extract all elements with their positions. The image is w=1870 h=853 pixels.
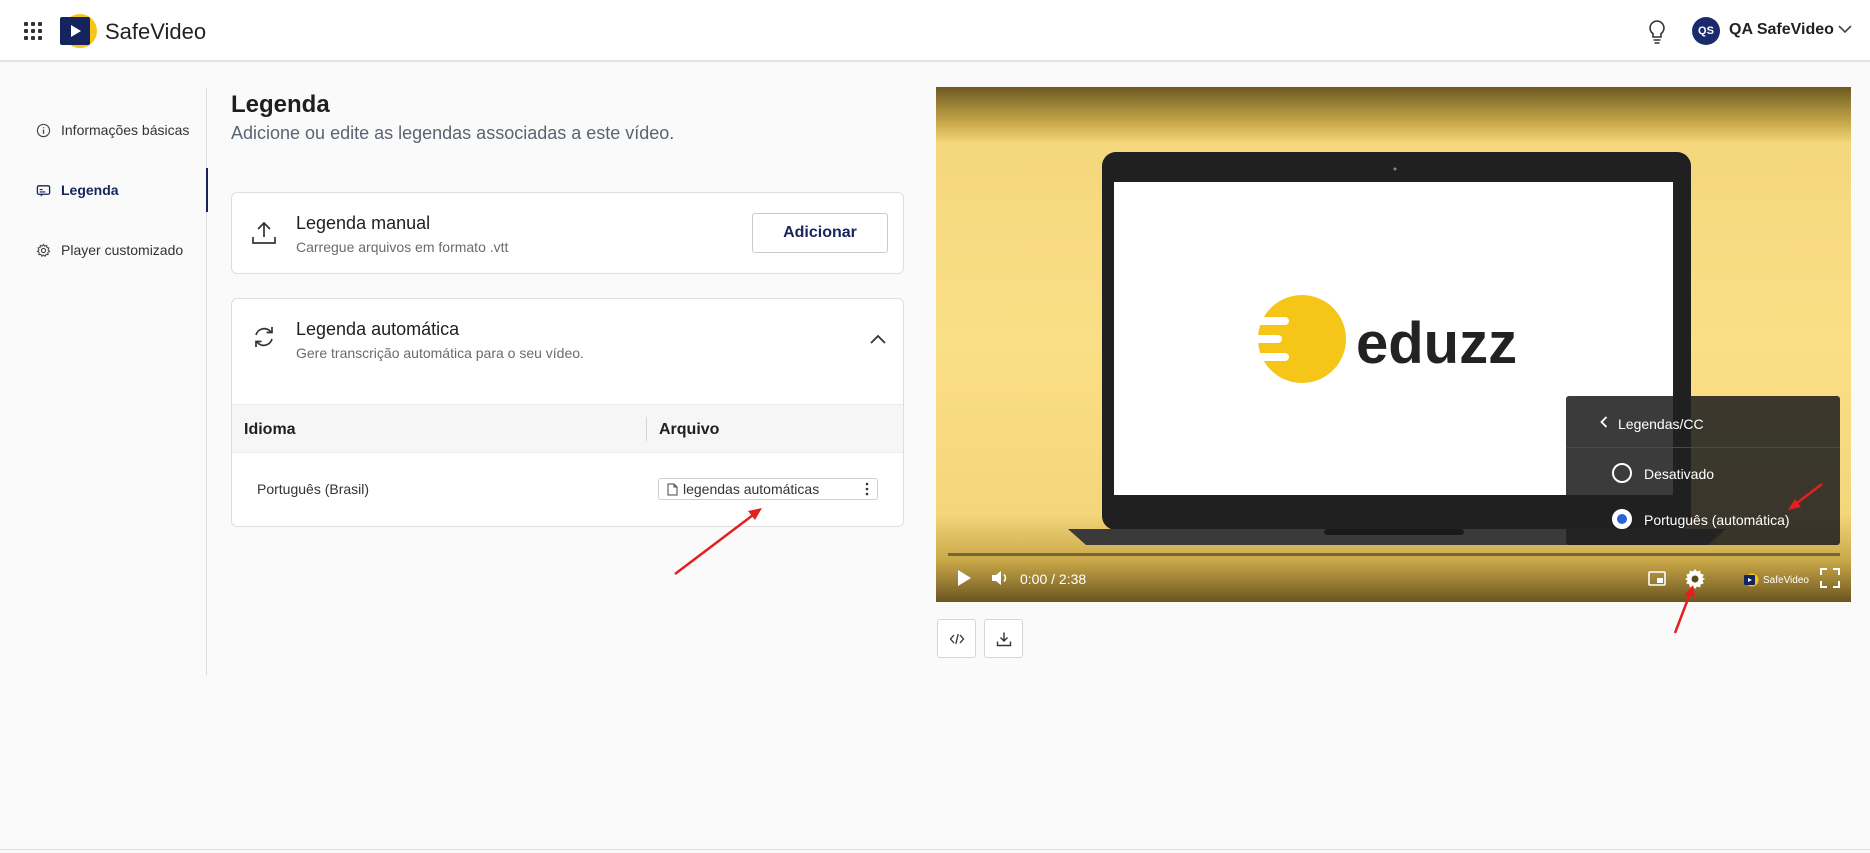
sidebar-item-legenda[interactable]: Legenda: [0, 168, 208, 212]
top-bar: SafeVideo QS QA SafeVideo: [0, 0, 1870, 62]
lightbulb-icon[interactable]: [1646, 19, 1668, 45]
radio-button[interactable]: [1612, 463, 1632, 483]
column-header-idioma: Idioma: [244, 421, 296, 438]
sidebar-item-informacoes-basicas[interactable]: Informações básicas: [0, 108, 207, 152]
player-brand[interactable]: SafeVideo: [1743, 573, 1809, 587]
add-button[interactable]: Adicionar: [752, 213, 888, 253]
info-icon: [36, 123, 51, 137]
user-name[interactable]: QA SafeVideo: [1729, 21, 1834, 39]
volume-icon[interactable]: [991, 570, 1009, 586]
auto-subtitle-card: Legenda automática Gere transcrição auto…: [231, 298, 904, 527]
column-divider: [646, 417, 647, 441]
manual-subtitle-description: Carregue arquivos em formato .vtt: [296, 239, 509, 255]
table-cell-language: Português (Brasil): [257, 481, 370, 497]
auto-subtitle-description: Gere transcrição automática para o seu v…: [296, 345, 584, 361]
manual-subtitle-card: Legenda manual Carregue arquivos em form…: [231, 192, 904, 274]
safevideo-logo-icon[interactable]: [58, 11, 98, 51]
caption-option-label: Desativado: [1644, 466, 1715, 482]
table-header: Idioma Arquivo: [232, 404, 903, 453]
sidebar-item-label: Informações básicas: [61, 122, 190, 138]
subtitles-icon: [36, 184, 51, 197]
fullscreen-icon[interactable]: [1820, 568, 1840, 588]
picture-in-picture-icon[interactable]: [1648, 571, 1666, 586]
chevron-down-icon[interactable]: [1838, 24, 1852, 34]
safevideo-logo-icon: [1744, 573, 1759, 587]
sidebar: Informações básicas Legenda Player custo…: [0, 88, 208, 675]
refresh-icon: [255, 327, 273, 347]
auto-subtitle-title: Legenda automática: [296, 319, 460, 339]
captions-menu-header[interactable]: Legendas/CC: [1566, 396, 1840, 448]
manual-subtitle-title: Legenda manual: [296, 213, 431, 233]
sidebar-item-player-customizado[interactable]: Player customizado: [0, 228, 207, 272]
footer-divider: [0, 849, 1870, 850]
captions-menu-title: Legendas/CC: [1618, 416, 1704, 432]
file-icon: [667, 483, 678, 495]
file-chip[interactable]: legendas automáticas: [658, 478, 878, 500]
file-name: legendas automáticas: [683, 481, 820, 497]
settings-gear-icon[interactable]: [1684, 568, 1706, 590]
sidebar-item-label: Legenda: [61, 182, 119, 198]
caption-option-portuguese-auto[interactable]: Português (automática): [1566, 499, 1840, 539]
caption-option-off[interactable]: Desativado: [1566, 453, 1840, 493]
download-button[interactable]: [984, 619, 1023, 658]
brand-name[interactable]: SafeVideo: [105, 19, 206, 45]
sidebar-item-label: Player customizado: [61, 242, 184, 258]
apps-grid-icon[interactable]: [24, 22, 42, 40]
caption-option-label: Português (automática): [1644, 512, 1790, 528]
video-logo-text: eduzz: [1356, 311, 1517, 376]
code-icon: [949, 633, 964, 644]
page-subtitle: Adicione ou edite as legendas associadas…: [231, 123, 675, 143]
radio-button-selected[interactable]: [1612, 509, 1632, 529]
play-icon[interactable]: [956, 569, 972, 587]
progress-bar[interactable]: [948, 553, 1840, 556]
gear-icon: [36, 242, 51, 257]
download-icon: [996, 632, 1011, 646]
avatar[interactable]: QS: [1692, 17, 1720, 45]
video-player[interactable]: eduzz Legendas/CC Desativado Português (…: [936, 87, 1851, 602]
time-display: 0:00 / 2:38: [1020, 571, 1087, 587]
column-header-arquivo: Arquivo: [659, 421, 720, 438]
captions-menu: Legendas/CC Desativado Português (automá…: [1566, 396, 1840, 545]
chevron-up-icon[interactable]: [869, 333, 887, 345]
page-title: Legenda: [231, 91, 330, 118]
more-vert-icon[interactable]: [865, 482, 869, 496]
embed-code-button[interactable]: [937, 619, 976, 658]
chevron-left-icon[interactable]: [1600, 416, 1608, 428]
upload-icon: [252, 221, 276, 244]
player-brand-label: SafeVideo: [1763, 574, 1809, 586]
